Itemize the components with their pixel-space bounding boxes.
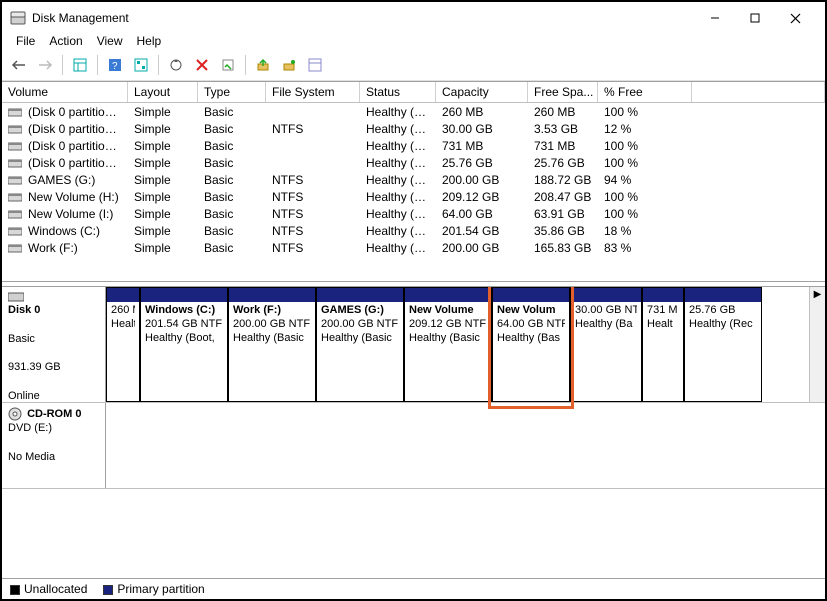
table-row[interactable]: New Volume (H:)SimpleBasicNTFSHealthy (B… — [2, 188, 825, 205]
menubar: File Action View Help — [2, 32, 825, 52]
volume-list-body: (Disk 0 partition 1)SimpleBasicHealthy (… — [2, 103, 825, 281]
disk0-name: Disk 0 — [8, 303, 99, 317]
cdrom-partitions — [106, 403, 825, 488]
disk0-size: 931.39 GB — [8, 360, 99, 374]
titlebar[interactable]: Disk Management — [2, 2, 825, 32]
action2-button[interactable] — [278, 54, 300, 76]
table-row[interactable]: New Volume (I:)SimpleBasicNTFSHealthy (B… — [2, 205, 825, 222]
cdrom-label[interactable]: CD-ROM 0 DVD (E:) No Media — [2, 403, 106, 488]
cdrom-type: DVD (E:) — [8, 422, 52, 434]
disk-graphical-view: Disk 0 Basic 931.39 GB Online 260 MHealt… — [2, 287, 825, 578]
partition[interactable]: 25.76 GBHealthy (Rec — [684, 287, 762, 402]
col-status[interactable]: Status — [360, 82, 436, 102]
col-volume[interactable]: Volume — [2, 82, 128, 102]
menu-help[interactable]: Help — [137, 34, 162, 48]
properties-button[interactable] — [217, 54, 239, 76]
disk0-type: Basic — [8, 332, 99, 346]
help-button[interactable]: ? — [104, 54, 126, 76]
volume-icon — [8, 192, 24, 202]
partition[interactable]: 30.00 GB NTHealthy (Ba — [570, 287, 642, 402]
swatch-primary — [103, 585, 113, 595]
partition[interactable]: New Volume209.12 GB NTFHealthy (Basic — [404, 287, 492, 402]
volume-list: Volume Layout Type File System Status Ca… — [2, 81, 825, 281]
table-row[interactable]: (Disk 0 partition 8)SimpleBasicHealthy (… — [2, 137, 825, 154]
toolbar: ? — [2, 52, 825, 81]
disk-management-icon — [10, 10, 26, 26]
volume-icon — [8, 243, 24, 253]
volume-icon — [8, 226, 24, 236]
disk0-status: Online — [8, 389, 99, 403]
window-frame: Disk Management File Action View Help ? … — [0, 0, 827, 601]
forward-button[interactable] — [34, 54, 56, 76]
table-row[interactable]: (Disk 0 partition 9)SimpleBasicHealthy (… — [2, 154, 825, 171]
col-filesystem[interactable]: File System — [266, 82, 360, 102]
partition[interactable]: New Volum64.00 GB NTFHealthy (Bas — [492, 287, 570, 402]
show-hide-tree-button[interactable] — [69, 54, 91, 76]
col-capacity[interactable]: Capacity — [436, 82, 528, 102]
table-row[interactable]: (Disk 0 partition 1)SimpleBasicHealthy (… — [2, 103, 825, 120]
action3-button[interactable] — [304, 54, 326, 76]
col-freespace[interactable]: Free Spa... — [528, 82, 598, 102]
legend-primary: Primary partition — [103, 582, 204, 596]
legend: Unallocated Primary partition — [2, 578, 825, 599]
action1-button[interactable] — [252, 54, 274, 76]
close-button[interactable] — [775, 8, 815, 28]
disk0-label[interactable]: Disk 0 Basic 931.39 GB Online — [2, 287, 106, 402]
table-row[interactable]: Work (F:)SimpleBasicNTFSHealthy (B...200… — [2, 239, 825, 256]
cdrom-status: No Media — [8, 451, 55, 463]
disk0-row: Disk 0 Basic 931.39 GB Online 260 MHealt… — [2, 287, 825, 403]
partition[interactable]: 731 MHealt — [642, 287, 684, 402]
refresh-button[interactable] — [165, 54, 187, 76]
volume-icon — [8, 124, 24, 134]
partition[interactable]: Windows (C:)201.54 GB NTFHealthy (Boot, — [140, 287, 228, 402]
menu-action[interactable]: Action — [49, 34, 82, 48]
legend-unallocated: Unallocated — [10, 582, 87, 596]
hscroll-right[interactable]: ▶ — [809, 287, 825, 402]
col-type[interactable]: Type — [198, 82, 266, 102]
delete-button[interactable] — [191, 54, 213, 76]
maximize-button[interactable] — [735, 8, 775, 28]
volume-icon — [8, 175, 24, 185]
minimize-button[interactable] — [695, 8, 735, 28]
menu-file[interactable]: File — [16, 34, 35, 48]
partition[interactable]: Work (F:)200.00 GB NTFHealthy (Basic — [228, 287, 316, 402]
disk-icon — [8, 291, 97, 303]
table-row[interactable]: Windows (C:)SimpleBasicNTFSHealthy (B...… — [2, 222, 825, 239]
settings-button[interactable] — [130, 54, 152, 76]
partition[interactable]: 260 MHealt — [106, 287, 140, 402]
volume-icon — [8, 107, 24, 117]
partition[interactable]: GAMES (G:)200.00 GB NTFHealthy (Basic — [316, 287, 404, 402]
col-layout[interactable]: Layout — [128, 82, 198, 102]
menu-view[interactable]: View — [97, 34, 123, 48]
back-button[interactable] — [8, 54, 30, 76]
cdrom-row: CD-ROM 0 DVD (E:) No Media — [2, 403, 825, 489]
volume-icon — [8, 141, 24, 151]
disk0-partitions: 260 MHealtWindows (C:)201.54 GB NTFHealt… — [106, 287, 809, 402]
volume-icon — [8, 158, 24, 168]
cdrom-name: CD-ROM 0 — [27, 408, 81, 420]
col-spacer — [692, 82, 825, 102]
svg-text:?: ? — [112, 61, 118, 72]
swatch-unallocated — [10, 585, 20, 595]
volume-list-header: Volume Layout Type File System Status Ca… — [2, 82, 825, 103]
cdrom-icon — [8, 407, 22, 421]
table-row[interactable]: GAMES (G:)SimpleBasicNTFSHealthy (B...20… — [2, 171, 825, 188]
table-row[interactable]: (Disk 0 partition 7)SimpleBasicNTFSHealt… — [2, 120, 825, 137]
col-pctfree[interactable]: % Free — [598, 82, 692, 102]
volume-icon — [8, 209, 24, 219]
window-title: Disk Management — [32, 11, 129, 25]
